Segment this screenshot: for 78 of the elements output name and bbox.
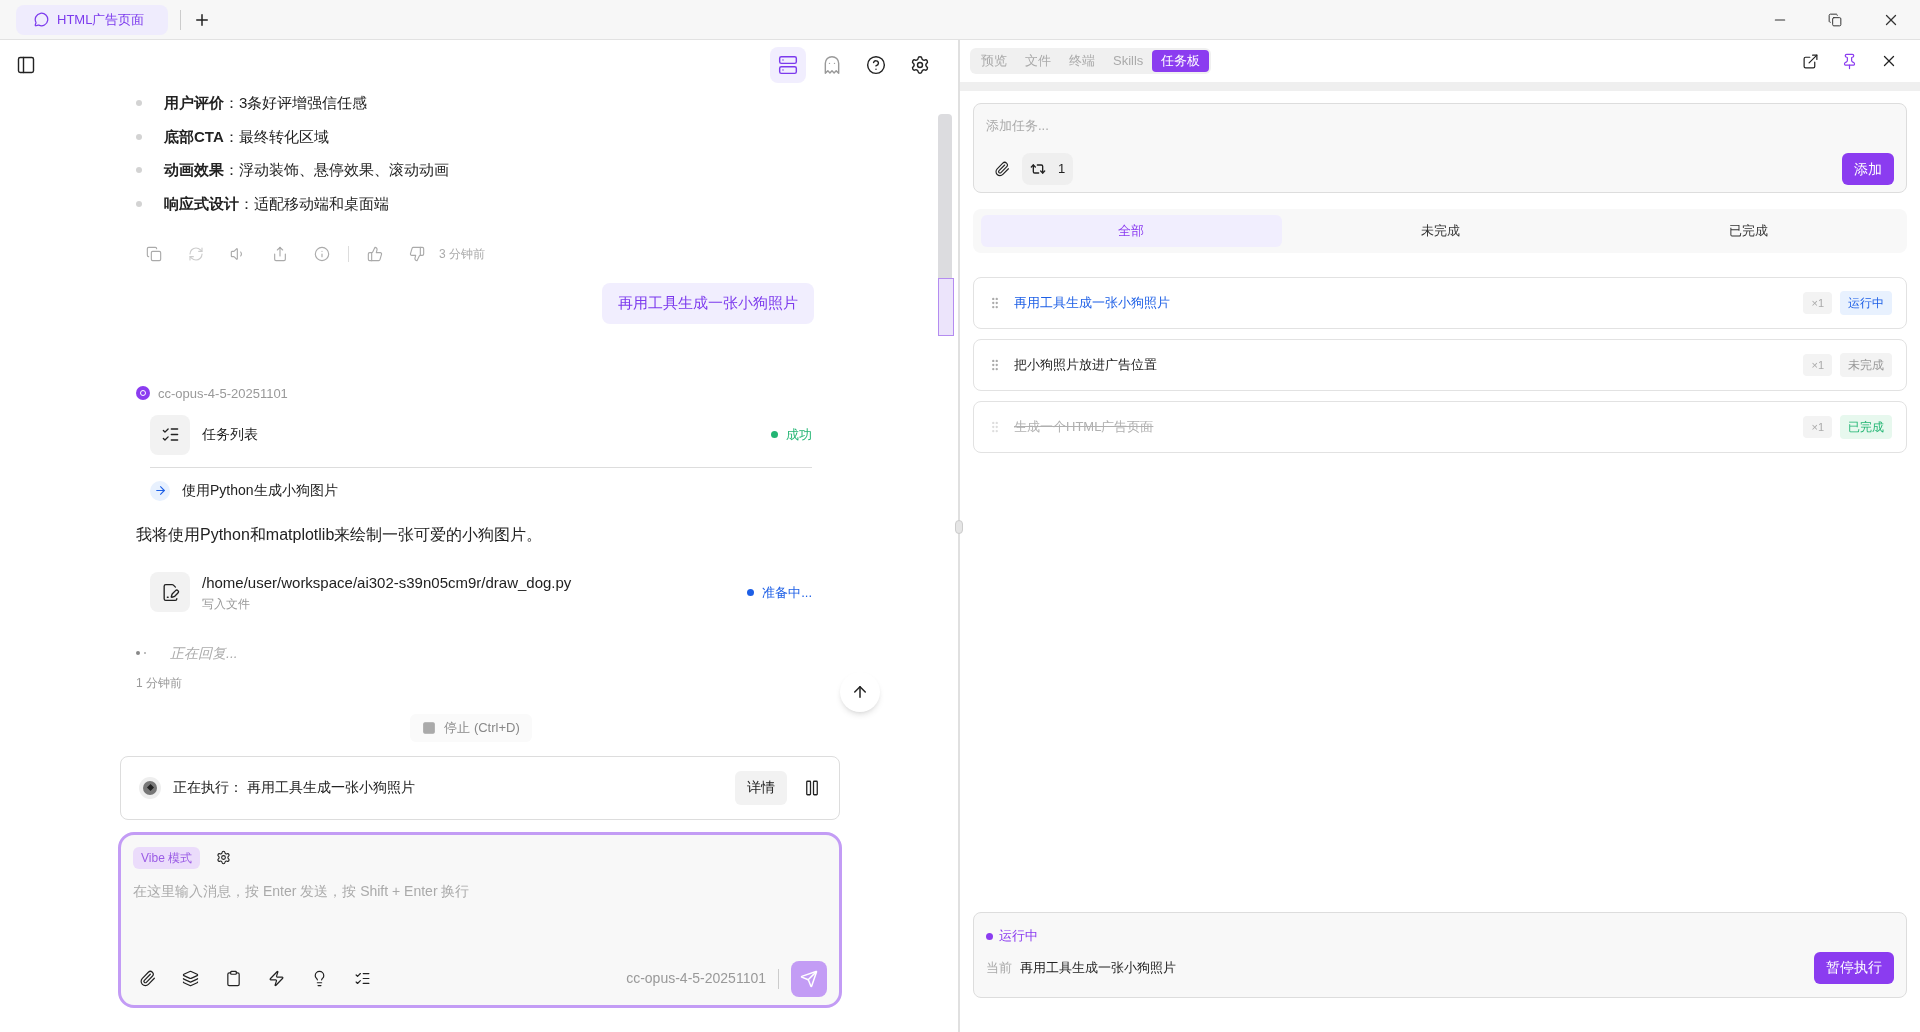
repeat-icon — [1030, 161, 1046, 177]
task-input[interactable]: 添加任务... — [986, 116, 1894, 136]
repeat-control[interactable]: 1 — [1022, 153, 1074, 185]
sub-step: 使用Python生成小狗图片 — [182, 480, 338, 501]
bullet-text: 动画效果：浮动装饰、悬停效果、滚动动画 — [164, 160, 449, 180]
paperclip-icon[interactable] — [994, 161, 1010, 177]
pause-icon[interactable] — [803, 778, 821, 797]
checklist-icon[interactable] — [354, 970, 371, 987]
ghost-icon[interactable] — [822, 55, 842, 75]
executing-label: 正在执行： — [173, 778, 243, 797]
restore-icon[interactable] — [1828, 12, 1842, 27]
file-edit-icon — [160, 582, 180, 602]
pin-icon[interactable] — [1841, 52, 1858, 70]
mode-badge[interactable]: Vibe 模式 — [133, 846, 201, 869]
layout-toggle[interactable] — [770, 47, 806, 83]
run-status: 运行中 — [999, 927, 1038, 946]
pause-execution-button[interactable]: 暂停执行 — [1814, 951, 1894, 984]
model-logo-icon — [136, 386, 150, 401]
task-title: 生成一个HTML广告页面 — [1014, 418, 1154, 437]
repeat-count-badge: ×1 — [1803, 354, 1832, 376]
task-status-badge: 未完成 — [1840, 353, 1892, 377]
tool-subtitle: 写入文件 — [202, 595, 251, 613]
repeat-count: 1 — [1058, 160, 1066, 179]
filter-tab[interactable]: 未完成 — [1289, 215, 1591, 247]
scroll-up-button[interactable] — [840, 672, 880, 712]
app-tab[interactable]: HTML广告页面 — [16, 4, 168, 35]
add-task-button[interactable]: 添加 — [1842, 153, 1894, 185]
help-icon[interactable] — [866, 55, 886, 75]
sidebar-toggle-icon[interactable] — [16, 55, 36, 75]
tool-status: 准备中... — [762, 583, 812, 602]
model-name: cc-opus-4-5-20251101 — [158, 384, 288, 403]
task-title: 再用工具生成一张小狗照片 — [1014, 294, 1170, 313]
file-path: /home/user/workspace/ai302-s39n05cm9r/draw_dog.py — [202, 573, 572, 593]
lightning-icon[interactable] — [268, 970, 285, 987]
settings-icon[interactable] — [910, 55, 930, 75]
checklist-icon — [160, 425, 180, 444]
bullet-text: 底部CTA：最终转化区域 — [164, 126, 329, 147]
executing-task: 再用工具生成一张小狗照片 — [247, 778, 415, 797]
message-time: 3 分钟前 — [439, 246, 485, 263]
attachments-icon[interactable] — [182, 970, 199, 987]
reply-time: 1 分钟前 — [136, 674, 183, 692]
message-input[interactable]: 在这里输入消息，按 Enter 发送，按 Shift + Enter 换行 — [133, 880, 827, 902]
stop-button[interactable]: 停止 (Ctrl+D) — [410, 713, 532, 742]
user-message: 再用工具生成一张小狗照片 — [602, 283, 814, 324]
repeat-count-badge: ×1 — [1803, 292, 1832, 314]
scrollbar-thumb[interactable] — [938, 278, 954, 336]
replying-text: 正在回复... — [170, 643, 238, 663]
task-title: 把小狗照片放进广告位置 — [1014, 356, 1157, 375]
tool-status: 成功 — [786, 425, 812, 444]
task-row[interactable]: 把小狗照片放进广告位置 ×1 未完成 — [973, 339, 1907, 391]
thumbs-up-icon[interactable] — [367, 246, 383, 262]
tool-title: 任务列表 — [202, 425, 258, 444]
filter-tab[interactable]: 全部 — [981, 215, 1282, 247]
arrow-right-icon — [150, 480, 170, 501]
assistant-paragraph: 我将使用Python和matplotlib来绘制一张可爱的小狗图片。 — [136, 525, 544, 545]
send-icon — [800, 969, 818, 988]
repeat-count-badge: ×1 — [1803, 416, 1832, 438]
current-label: 当前 — [986, 959, 1012, 977]
open-external-icon[interactable] — [1802, 52, 1819, 70]
server-icon — [778, 55, 798, 75]
filter-tab[interactable]: 已完成 — [1598, 215, 1899, 247]
resize-handle[interactable] — [955, 520, 963, 534]
task-row[interactable]: 再用工具生成一张小狗照片 ×1 运行中 — [973, 277, 1907, 329]
panel-tab[interactable]: 任务板 — [1152, 50, 1210, 72]
spinner-icon — [139, 776, 161, 799]
task-status-badge: 运行中 — [1840, 291, 1892, 315]
bullet-text: 响应式设计：适配移动端和桌面端 — [164, 193, 389, 214]
clipboard-icon[interactable] — [225, 970, 242, 987]
paperclip-icon[interactable] — [139, 970, 156, 987]
bullet-text: 用户评价：3条好评增强信任感 — [164, 93, 368, 113]
chat-bubble-icon — [34, 12, 49, 27]
current-task: 再用工具生成一张小狗照片 — [1020, 959, 1176, 977]
settings-icon[interactable] — [216, 850, 232, 865]
task-status-badge: 已完成 — [1840, 415, 1892, 439]
stop-icon — [422, 720, 437, 735]
model-selector[interactable]: cc-opus-4-5-20251101 — [626, 968, 766, 989]
thumbs-down-icon[interactable] — [409, 246, 425, 262]
details-button[interactable]: 详情 — [735, 770, 787, 805]
